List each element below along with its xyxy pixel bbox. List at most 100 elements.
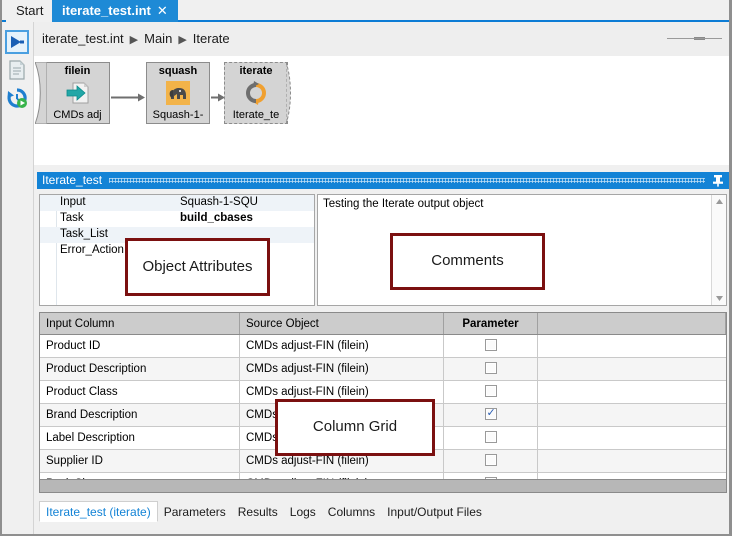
elephant-icon xyxy=(165,80,191,106)
cell-parameter[interactable] xyxy=(444,450,538,472)
tab-logs-label: Logs xyxy=(289,505,316,519)
close-icon[interactable]: ✕ xyxy=(157,3,168,18)
cell-source-object: CMDs adjust-FIN (filein) xyxy=(240,335,444,357)
breadcrumb-item-0[interactable]: iterate_test.int xyxy=(42,31,124,46)
chevron-right-icon: ▶ xyxy=(129,34,139,46)
grid-header-source-object[interactable]: Source Object xyxy=(240,313,444,334)
annotation-comments-label: Comments xyxy=(431,252,504,269)
iterate-test-panel: Iterate_test Input Squash-1-SQU Task bui xyxy=(34,165,732,536)
panel-title-bar: Iterate_test xyxy=(37,172,729,189)
attribute-name: Error_Action xyxy=(60,244,124,256)
tab-results[interactable]: Results xyxy=(232,502,284,523)
cell-input-column: Product Description xyxy=(40,358,240,380)
tab-iterate-test[interactable]: Iterate_test (iterate) xyxy=(39,501,158,522)
attribute-name: Task_List xyxy=(60,228,108,240)
cell-input-column: Brand Description xyxy=(40,404,240,426)
run-icon[interactable] xyxy=(5,30,29,54)
tab-input-output-files-label: Input/Output Files xyxy=(387,505,482,519)
comments-scrollbar[interactable] xyxy=(711,195,726,305)
cell-parameter[interactable] xyxy=(444,335,538,357)
comments-text: Testing the Iterate output object xyxy=(323,198,484,210)
grid-footer xyxy=(40,479,726,492)
parameter-checkbox[interactable] xyxy=(484,362,497,374)
grid-header-extra[interactable] xyxy=(538,313,726,334)
cell-source-object: CMDs adjust-FIN (filein) xyxy=(240,358,444,380)
tab-columns-label: Columns xyxy=(327,505,376,519)
cell-extra xyxy=(538,450,726,472)
flow-canvas[interactable]: filein CMDs adj squash Squash-1- iterate… xyxy=(34,56,732,165)
grid-header-parameter[interactable]: Parameter xyxy=(444,313,538,334)
scroll-up-icon[interactable] xyxy=(712,195,727,210)
breadcrumb-item-2[interactable]: Iterate xyxy=(193,31,230,46)
application-window: Start iterate_test.int ✕ iterate_test.in… xyxy=(0,0,732,536)
checkmark-icon: ✓ xyxy=(486,406,496,419)
cell-input-column: Supplier ID xyxy=(40,450,240,472)
parameter-checkbox[interactable] xyxy=(484,339,497,351)
window-border-left xyxy=(0,0,2,536)
attribute-name: Input xyxy=(60,196,86,208)
flow-arrow-2 xyxy=(211,91,225,102)
parameter-checkbox[interactable] xyxy=(484,454,497,466)
iterate-arrows-icon xyxy=(243,80,269,106)
breadcrumb-item-1[interactable]: Main xyxy=(144,31,172,46)
cell-parameter[interactable]: ✓ xyxy=(444,404,538,426)
annotation-column-grid-label: Column Grid xyxy=(312,418,398,435)
tab-results-label: Results xyxy=(237,505,278,519)
cell-input-column: Label Description xyxy=(40,427,240,449)
grid-header-input-column[interactable]: Input Column xyxy=(40,313,240,334)
tab-logs[interactable]: Logs xyxy=(284,502,322,523)
flow-node-iterate-subtitle: Iterate_te xyxy=(232,109,280,121)
cell-extra xyxy=(538,335,726,357)
panel-grip-dots xyxy=(109,178,705,183)
cell-extra xyxy=(538,381,726,403)
cell-parameter[interactable] xyxy=(444,381,538,403)
attribute-row[interactable]: Task build_cbases xyxy=(40,211,314,227)
parameter-checkbox[interactable] xyxy=(484,385,497,397)
flow-node-squash[interactable]: squash Squash-1- xyxy=(146,62,210,124)
breadcrumb-bar: iterate_test.int ▶ Main ▶ Iterate xyxy=(34,22,732,56)
tab-parameters[interactable]: Parameters xyxy=(158,502,232,523)
flow-node-squash-subtitle: Squash-1- xyxy=(152,109,204,121)
history-icon[interactable] xyxy=(5,86,29,110)
document-tab-start[interactable]: Start xyxy=(6,0,54,22)
cell-parameter[interactable] xyxy=(444,427,538,449)
cell-parameter[interactable] xyxy=(444,358,538,380)
tab-iterate-test-label: Iterate_test (iterate) xyxy=(46,505,151,519)
flow-node-iterate-title: iterate xyxy=(239,65,273,77)
cell-input-column: Product ID xyxy=(40,335,240,357)
document-tab-start-label: Start xyxy=(16,3,44,18)
document-tab-strip: Start iterate_test.int ✕ xyxy=(0,0,732,22)
document-icon[interactable] xyxy=(5,58,29,82)
annotation-column-grid: Column Grid xyxy=(275,399,435,456)
annotation-object-attributes-label: Object Attributes xyxy=(142,258,253,275)
annotation-comments: Comments xyxy=(390,233,545,290)
document-tab-iterate-test[interactable]: iterate_test.int ✕ xyxy=(52,0,178,22)
tab-input-output-files[interactable]: Input/Output Files xyxy=(381,502,488,523)
table-row[interactable]: Product ID CMDs adjust-FIN (filein) xyxy=(40,335,726,358)
tab-columns[interactable]: Columns xyxy=(322,502,381,523)
cell-extra xyxy=(538,404,726,426)
node-right-notch xyxy=(285,61,297,125)
cell-input-column: Product Class xyxy=(40,381,240,403)
left-icon-rail xyxy=(0,22,34,536)
parameter-checkbox[interactable] xyxy=(484,431,497,443)
attribute-value: build_cbases xyxy=(180,212,253,224)
panel-title-label: Iterate_test xyxy=(42,173,103,187)
parameter-checkbox[interactable]: ✓ xyxy=(484,406,497,420)
flow-node-filein[interactable]: filein CMDs adj xyxy=(34,61,110,125)
table-row[interactable]: Product Description CMDs adjust-FIN (fil… xyxy=(40,358,726,381)
attribute-row[interactable]: Input Squash-1-SQU xyxy=(40,195,314,211)
scroll-down-icon[interactable] xyxy=(712,290,727,305)
annotation-object-attributes: Object Attributes xyxy=(125,238,270,296)
attribute-name: Task xyxy=(60,212,84,224)
flow-node-filein-subtitle: CMDs adj xyxy=(53,109,102,121)
chevron-right-icon: ▶ xyxy=(178,34,187,46)
flow-node-filein-title: filein xyxy=(64,65,91,77)
cell-extra xyxy=(538,358,726,380)
flow-node-squash-title: squash xyxy=(158,65,198,77)
flow-arrow-1 xyxy=(111,91,145,102)
breadcrumb: iterate_test.int ▶ Main ▶ Iterate xyxy=(42,31,230,46)
cell-extra xyxy=(538,427,726,449)
flow-node-iterate[interactable]: iterate Iterate_te xyxy=(224,61,291,125)
pin-icon[interactable] xyxy=(712,174,724,187)
